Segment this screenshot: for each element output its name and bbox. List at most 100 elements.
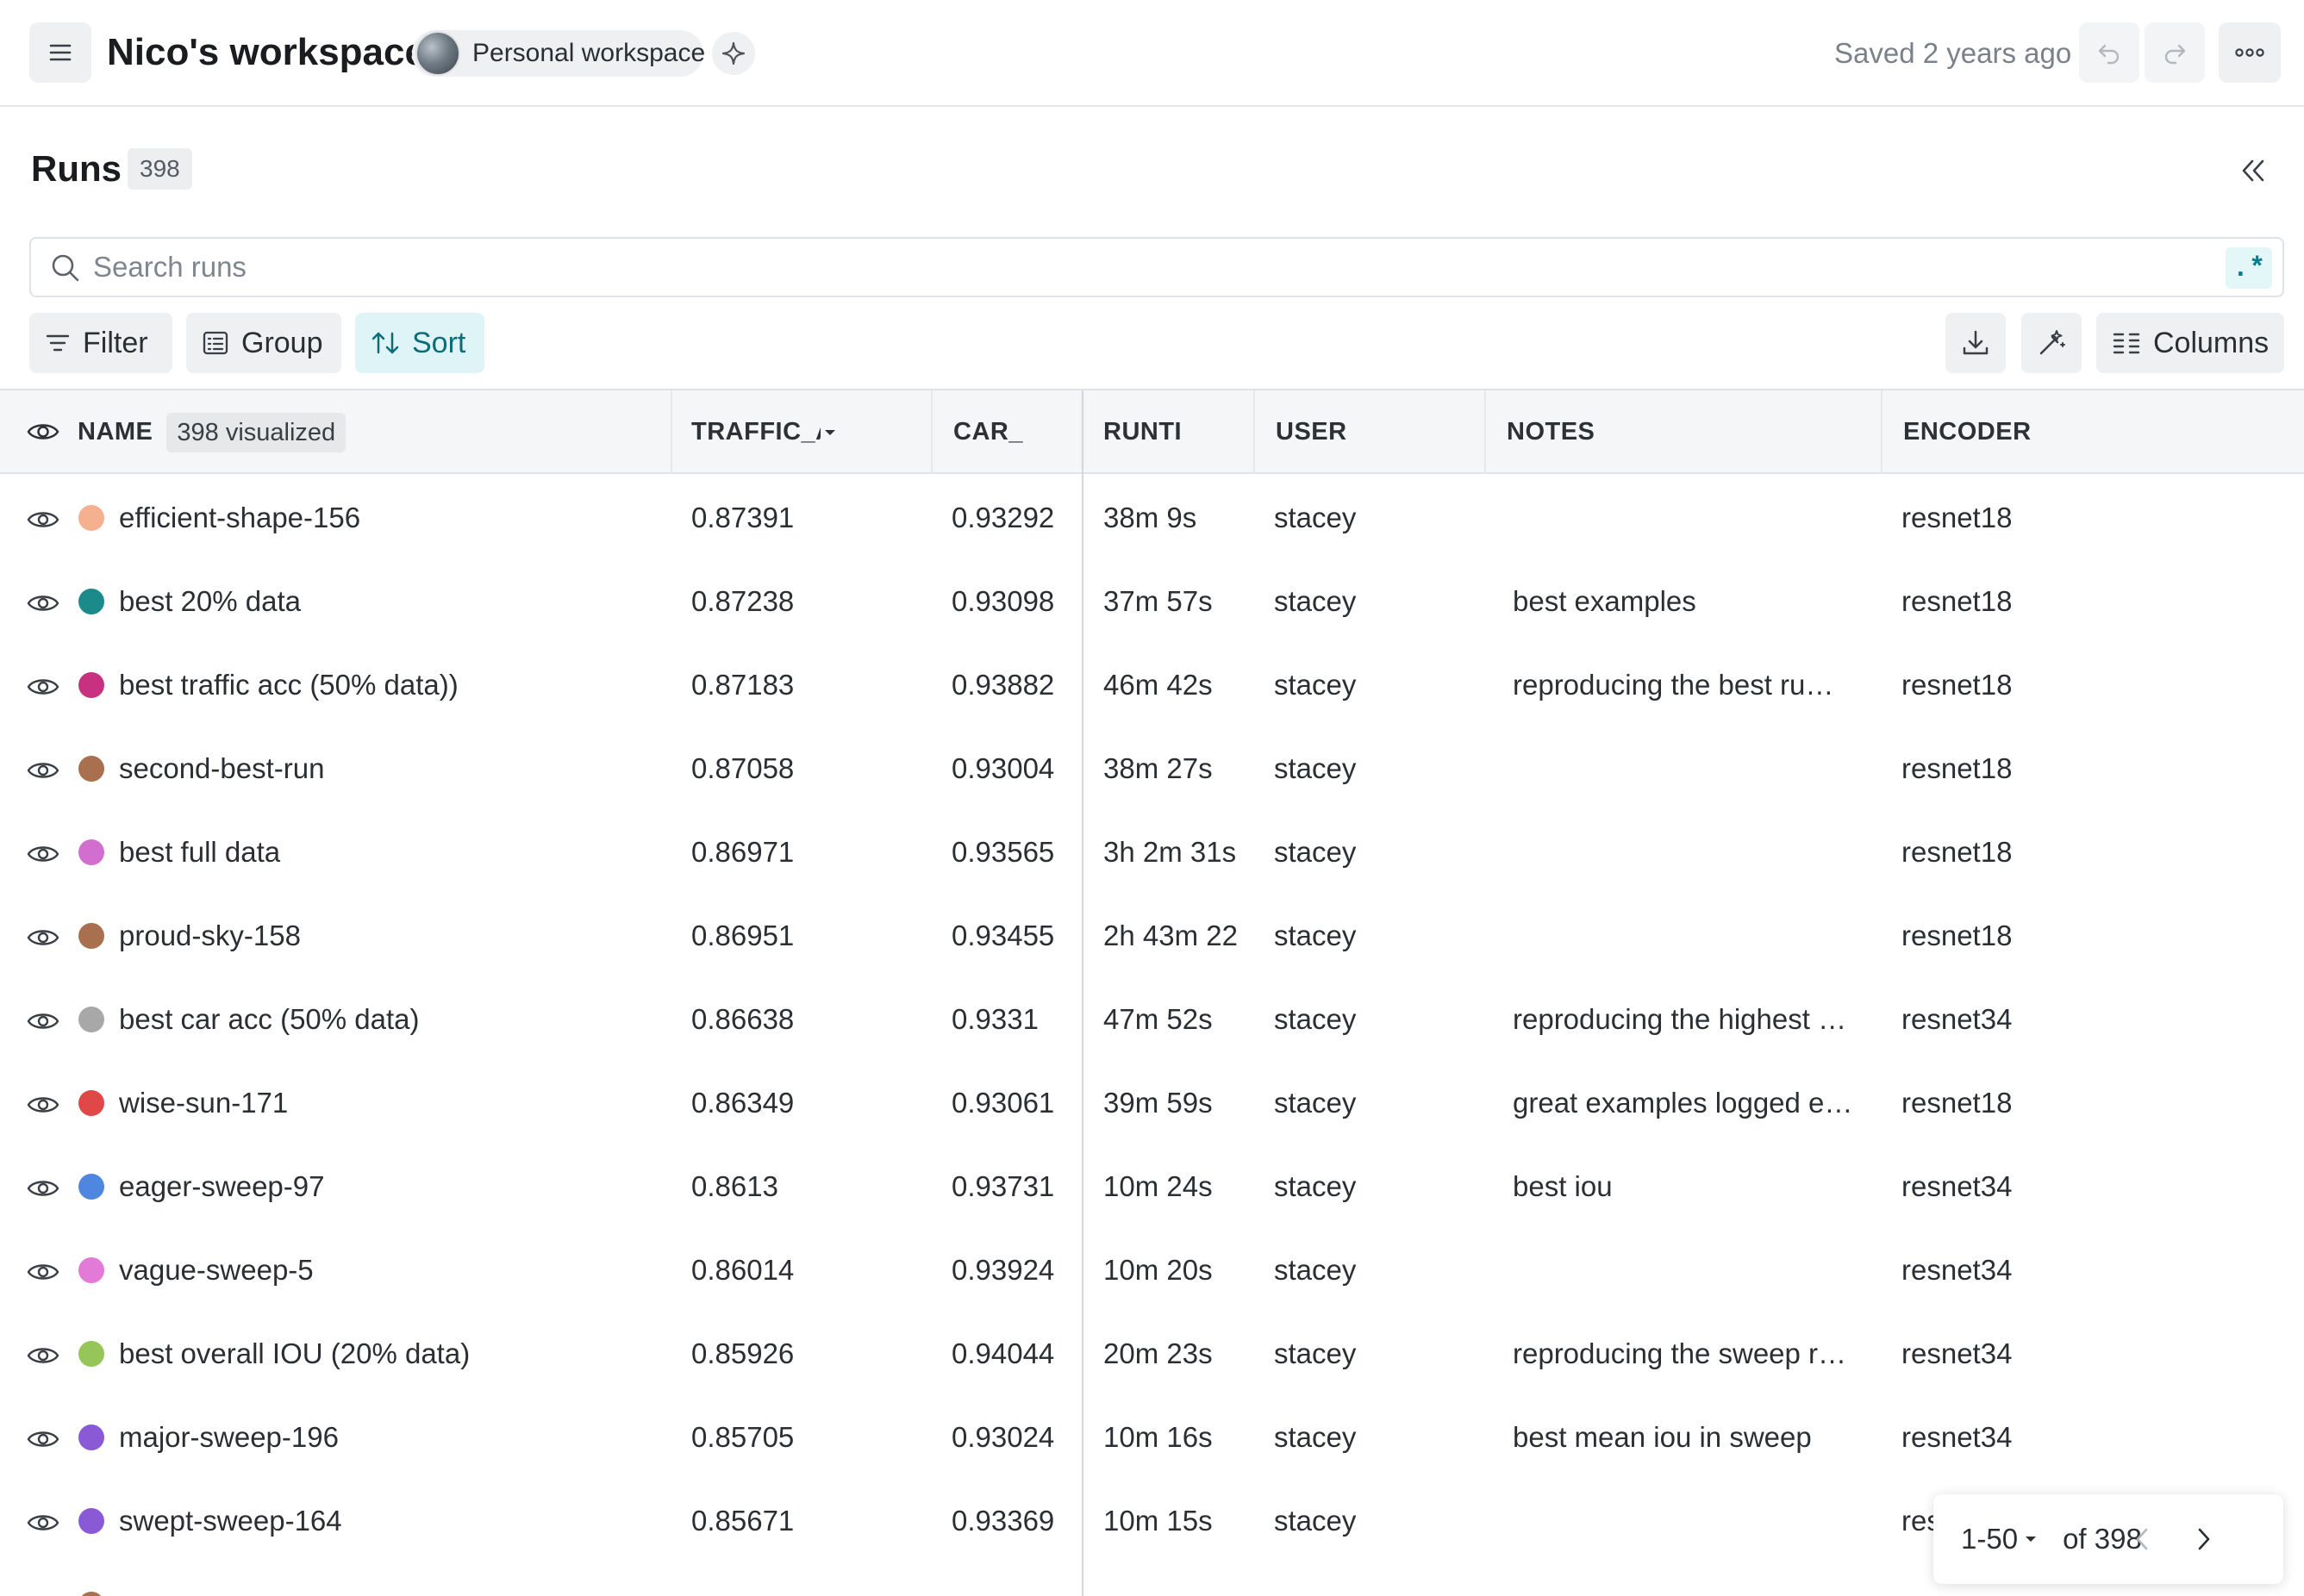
run-name[interactable]: eager-sweep-97 <box>119 1144 653 1228</box>
column-header-encoder[interactable]: ENCODER <box>1903 390 2248 474</box>
run-color-dot[interactable] <box>78 672 104 698</box>
traffic-acc-value <box>691 1562 924 1596</box>
column-separator[interactable] <box>931 390 933 474</box>
column-header-name[interactable]: NAME 398 visualized <box>78 390 664 474</box>
undo-button[interactable] <box>2079 22 2139 83</box>
eye-icon[interactable] <box>26 1176 60 1200</box>
encoder-value: resnet34 <box>1901 1421 2013 1453</box>
column-header-user[interactable]: USER <box>1276 390 1483 474</box>
table-row[interactable]: best overall IOU (20% data) 0.85926 0.9404… <box>0 1312 2304 1395</box>
table-row[interactable]: best full data 0.86971 0.93565 3h 2m 31s sta… <box>0 810 2304 894</box>
run-color-dot[interactable] <box>78 505 104 531</box>
run-name[interactable]: best 20% data <box>119 559 653 643</box>
eye-icon[interactable] <box>26 1427 60 1451</box>
run-color-dot[interactable] <box>78 923 104 949</box>
run-name[interactable]: best full data <box>119 810 653 894</box>
table-row[interactable]: second-best-run 0.87058 0.93004 38m 27s stac… <box>0 726 2304 810</box>
sort-label: Sort <box>412 326 466 359</box>
table-row[interactable]: major-sweep-196 0.85705 0.93024 10m 16s stac… <box>0 1395 2304 1479</box>
saved-status: Saved 2 years ago <box>1834 37 2072 69</box>
runtime-value <box>1103 1562 1250 1596</box>
table-row[interactable]: vague-sweep-5 0.86014 0.93924 10m 20s stacey… <box>0 1228 2304 1312</box>
run-color-dot[interactable] <box>78 589 104 614</box>
column-separator[interactable] <box>1484 390 1486 474</box>
run-name[interactable]: best overall IOU (20% data) <box>119 1312 653 1395</box>
eye-icon[interactable] <box>26 758 60 782</box>
table-row[interactable]: best 20% data 0.87238 0.93098 37m 57s stacey… <box>0 559 2304 643</box>
table-row[interactable]: eager-sweep-97 0.8613 0.93731 10m 24s stacey… <box>0 1144 2304 1228</box>
eye-icon[interactable] <box>26 1344 60 1368</box>
pinned-column-divider[interactable] <box>1082 390 1083 1596</box>
eye-icon[interactable] <box>26 926 60 950</box>
run-color-dot[interactable] <box>78 1425 104 1450</box>
eye-icon[interactable] <box>26 508 60 532</box>
column-header-notes[interactable]: NOTES <box>1507 390 1851 474</box>
run-name[interactable]: swept-sweep-164 <box>119 1479 653 1562</box>
column-header-runtime[interactable]: RUNTI <box>1103 390 1258 474</box>
group-label: Group <box>241 326 323 359</box>
encoder-value: resnet18 <box>1901 585 2013 617</box>
run-name[interactable]: proud-sky-158 <box>119 894 653 977</box>
run-name[interactable]: efficient-shape-156 <box>119 476 653 559</box>
run-name[interactable]: vague-sweep-5 <box>119 1228 653 1312</box>
columns-icon <box>2113 333 2140 354</box>
run-color-dot[interactable] <box>78 1174 104 1200</box>
run-name[interactable]: best traffic acc (50% data)) <box>119 643 653 726</box>
eye-icon[interactable] <box>26 675 60 699</box>
table-row[interactable]: best car acc (50% data) 0.86638 0.9331 47m … <box>0 977 2304 1061</box>
notes-value: best mean iou in sweep <box>1513 1421 1812 1453</box>
sparkle-button[interactable] <box>712 32 755 75</box>
column-separator[interactable] <box>671 390 672 474</box>
eye-icon[interactable] <box>26 418 60 446</box>
run-name[interactable]: second-best-run <box>119 726 653 810</box>
redo-button[interactable] <box>2145 22 2205 83</box>
eye-icon[interactable] <box>26 1009 60 1033</box>
run-color-dot[interactable] <box>78 1592 104 1596</box>
run-color-dot[interactable] <box>78 1508 104 1534</box>
run-name[interactable]: wise-sun-171 <box>119 1061 653 1144</box>
page-size-select[interactable]: 1-50 <box>1961 1523 2039 1555</box>
workspace-chip[interactable]: Personal workspace <box>412 30 705 77</box>
search-input[interactable] <box>93 246 2179 289</box>
export-button[interactable] <box>1945 313 2006 373</box>
run-color-dot[interactable] <box>78 1341 104 1367</box>
columns-button[interactable]: Columns <box>2096 313 2284 373</box>
previous-page-button[interactable] <box>2126 1524 2157 1555</box>
table-row[interactable]: best traffic acc (50% data)) 0.87183 0.938… <box>0 643 2304 726</box>
eye-icon[interactable] <box>26 1093 60 1117</box>
filter-button[interactable]: Filter <box>29 313 172 373</box>
user-value: stacey <box>1274 1421 1357 1453</box>
eye-icon[interactable] <box>26 842 60 866</box>
table-row[interactable]: efficient-shape-156 0.87391 0.93292 38m 9s s… <box>0 476 2304 559</box>
sort-button[interactable]: Sort <box>355 313 484 373</box>
collapse-panel-button[interactable] <box>2234 152 2272 190</box>
column-separator[interactable] <box>1253 390 1255 474</box>
column-header-car-acc[interactable]: CAR_ <box>953 390 1074 474</box>
notes-value <box>1513 1479 1858 1562</box>
run-color-dot[interactable] <box>78 756 104 782</box>
runtime-value: 10m 20s <box>1103 1254 1213 1286</box>
run-color-dot[interactable] <box>78 1007 104 1032</box>
next-page-button[interactable] <box>2188 1524 2220 1555</box>
run-name[interactable]: major-sweep-196 <box>119 1395 653 1479</box>
encoder-value: resnet18 <box>1901 920 2013 951</box>
menu-button[interactable] <box>29 22 91 83</box>
runtime-value: 2h 43m 22 <box>1103 920 1238 951</box>
column-separator[interactable] <box>1881 390 1883 474</box>
run-color-dot[interactable] <box>78 839 104 865</box>
column-header-traffic-acc[interactable]: TRAFFIC_AC <box>691 390 843 474</box>
run-name[interactable]: best car acc (50% data) <box>119 977 653 1061</box>
group-button[interactable]: Group <box>186 313 341 373</box>
table-row[interactable]: wise-sun-171 0.86349 0.93061 39m 59s stacey g… <box>0 1061 2304 1144</box>
run-color-dot[interactable] <box>78 1090 104 1116</box>
run-name[interactable] <box>119 1562 653 1596</box>
regex-toggle-button[interactable]: .* <box>2226 247 2272 289</box>
more-options-button[interactable] <box>2219 22 2281 83</box>
run-color-dot[interactable] <box>78 1257 104 1283</box>
eye-icon[interactable] <box>26 1511 60 1535</box>
eye-icon[interactable] <box>26 1260 60 1284</box>
eye-icon[interactable] <box>26 591 60 615</box>
magic-wand-button[interactable] <box>2021 313 2082 373</box>
table-row[interactable]: proud-sky-158 0.86951 0.93455 2h 43m 22 stac… <box>0 894 2304 977</box>
notes-value <box>1513 1562 1858 1596</box>
